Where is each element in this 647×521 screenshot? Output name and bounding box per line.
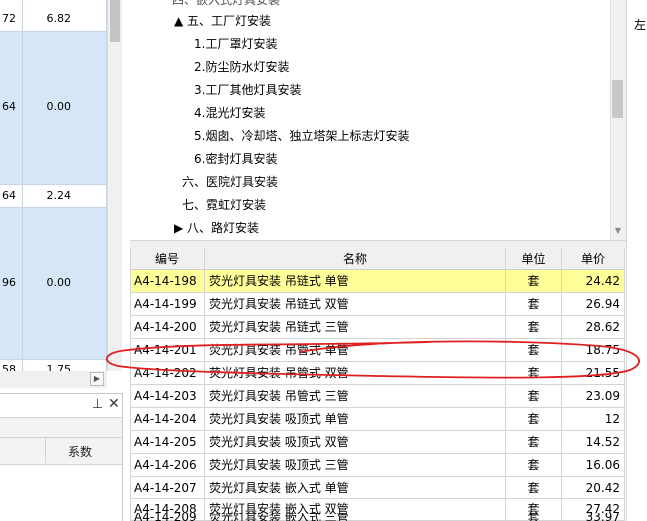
panel-border (122, 393, 123, 521)
tree-item-expanded[interactable]: ▲ 五、工厂灯安装 (174, 12, 271, 29)
table-cell-unit[interactable]: 套 (506, 477, 562, 499)
column-divider (45, 438, 46, 463)
table-cell-code[interactable]: A4-14-200 (130, 316, 205, 339)
left-vertical-scrollbar[interactable] (107, 0, 122, 371)
table-cell-name[interactable]: 荧光灯具安装 吸顶式 单管 (205, 408, 506, 431)
column-header-code[interactable]: 编号 (130, 248, 205, 270)
table-cell-name[interactable]: 荧光灯具安装 吸顶式 双管 (205, 431, 506, 454)
table-cell-price[interactable]: 18.75 (562, 339, 625, 362)
row-divider (0, 359, 107, 360)
left-grid-cell: 58 (2, 363, 16, 371)
left-grid-cell: 72 (2, 12, 16, 25)
table-cell-name[interactable]: 荧光灯具安装 吊链式 三管 (205, 316, 506, 339)
tree-item[interactable]: 4.混光灯安装 (194, 104, 265, 121)
table-cell-unit[interactable]: 套 (506, 454, 562, 477)
left-grid-cell: 6.82 (46, 12, 72, 25)
table-cell-unit[interactable]: 套 (506, 293, 562, 316)
left-grid-row[interactable]: 58 1.75 (0, 359, 107, 371)
table-cell-price[interactable]: 23.09 (562, 385, 625, 408)
left-grid-row[interactable]: 72 6.82 (0, 0, 107, 31)
left-grid-cell: 1.75 (46, 363, 72, 371)
column-header-price[interactable]: 单价 (562, 248, 625, 270)
table-cell-price[interactable]: 20.42 (562, 477, 625, 499)
left-grid-cell: 2.24 (46, 189, 72, 202)
chapter-tree: 四、嵌入式灯具安装 ▲ 五、工厂灯安装 1.工厂罩灯安装 2.防尘防水灯安装 3… (130, 0, 610, 240)
pin-icon[interactable]: ⊥ (92, 397, 103, 412)
scroll-right-icon[interactable]: ▶ (90, 372, 104, 386)
right-panel-label[interactable]: 左 (634, 16, 646, 33)
panel-column-header (0, 437, 122, 465)
table-cell-name[interactable]: 荧光灯具安装 吸顶式 三管 (205, 454, 506, 477)
left-grid-cell: 64 (2, 189, 16, 202)
table-cell-code[interactable]: A4-14-207 (130, 477, 205, 499)
table-cell-unit[interactable]: 套 (506, 270, 562, 293)
table-cell-code[interactable]: A4-14-205 (130, 431, 205, 454)
table-cell-code[interactable]: A4-14-201 (130, 339, 205, 362)
column-header-unit[interactable]: 单位 (506, 248, 562, 270)
table-cell-price[interactable]: 24.42 (562, 270, 625, 293)
right-side-panel (626, 0, 647, 521)
tree-item[interactable]: 四、嵌入式灯具安装 (172, 0, 280, 8)
left-grid-cell: 0.00 (46, 276, 72, 289)
scroll-down-icon[interactable]: ▼ (611, 224, 625, 238)
table-cell-code[interactable]: A4-14-204 (130, 408, 205, 431)
column-header-name[interactable]: 名称 (205, 248, 506, 270)
table-cell-name[interactable]: 荧光灯具安装 吊管式 单管 (205, 339, 506, 362)
tree-item[interactable]: 5.烟囱、冷却塔、独立塔架上标志灯安装 (194, 127, 409, 144)
panel-title-bar (0, 393, 122, 418)
left-grid: 72 6.82 64 0.00 64 2.24 96 0.00 58 1.75 (0, 0, 107, 371)
tree-scroll-thumb[interactable] (612, 80, 623, 118)
table-cell-name[interactable]: 荧光灯具安装 吊链式 单管 (205, 270, 506, 293)
left-scroll-thumb[interactable] (110, 0, 120, 42)
left-grid-row[interactable]: 64 0.00 (0, 31, 107, 184)
close-icon[interactable]: ✕ (108, 396, 120, 412)
tree-item[interactable]: 3.工厂其他灯具安装 (194, 81, 301, 98)
table-cell-code[interactable]: A4-14-206 (130, 454, 205, 477)
table-cell-code[interactable]: A4-14-202 (130, 362, 205, 385)
table-cell-unit[interactable]: 套 (506, 339, 562, 362)
table-cell-unit[interactable]: 套 (506, 385, 562, 408)
table-cell-price[interactable]: 21.55 (562, 362, 625, 385)
table-cell-price[interactable]: 33.97 (562, 513, 625, 521)
table-cell-unit[interactable]: 套 (506, 362, 562, 385)
table-cell-price[interactable]: 26.94 (562, 293, 625, 316)
table-cell-price[interactable]: 28.62 (562, 316, 625, 339)
table-cell-code[interactable]: A4-14-203 (130, 385, 205, 408)
table-cell-name[interactable]: 荧光灯具安装 吊管式 双管 (205, 362, 506, 385)
table-cell-name[interactable]: 荧光灯具安装 吊链式 双管 (205, 293, 506, 316)
row-divider (0, 207, 107, 208)
table-cell-unit[interactable]: 套 (506, 408, 562, 431)
tree-item[interactable]: 六、医院灯具安装 (182, 173, 278, 190)
table-cell-name[interactable]: 荧光灯具安装 吊管式 三管 (205, 385, 506, 408)
table-border (130, 248, 131, 521)
coefficient-column-header[interactable]: 系数 (68, 443, 92, 460)
table-cell-price[interactable]: 14.52 (562, 431, 625, 454)
tree-item-collapsed[interactable]: ▶ 八、路灯安装 (174, 219, 259, 236)
table-cell-name[interactable]: 荧光灯具安装 嵌入式 三管 (205, 513, 506, 521)
table-cell-code[interactable]: A4-14-209 (130, 513, 205, 521)
tree-item[interactable]: 七、霓虹灯安装 (182, 196, 266, 213)
left-grid-row[interactable]: 96 0.00 (0, 207, 107, 359)
table-cell-price[interactable]: 16.06 (562, 454, 625, 477)
tree-item[interactable]: 1.工厂罩灯安装 (194, 35, 277, 52)
table-cell-code[interactable]: A4-14-199 (130, 293, 205, 316)
row-divider (0, 184, 107, 185)
tree-vertical-scrollbar[interactable] (610, 0, 626, 240)
tree-item[interactable]: 2.防尘防水灯安装 (194, 58, 289, 75)
tree-item[interactable]: 6.密封灯具安装 (194, 150, 277, 167)
table-cell-unit[interactable]: 套 (506, 513, 562, 521)
left-grid-cell: 0.00 (46, 100, 72, 113)
left-grid-cell: 96 (2, 276, 16, 289)
panel-toolbar (0, 417, 122, 438)
left-grid-cell: 64 (2, 100, 16, 113)
left-grid-row[interactable]: 64 2.24 (0, 184, 107, 207)
row-divider (0, 31, 107, 32)
table-cell-price[interactable]: 12 (562, 408, 625, 431)
table-cell-name[interactable]: 荧光灯具安装 嵌入式 单管 (205, 477, 506, 499)
table-cell-unit[interactable]: 套 (506, 431, 562, 454)
table-cell-code[interactable]: A4-14-198 (130, 270, 205, 293)
table-cell-unit[interactable]: 套 (506, 316, 562, 339)
